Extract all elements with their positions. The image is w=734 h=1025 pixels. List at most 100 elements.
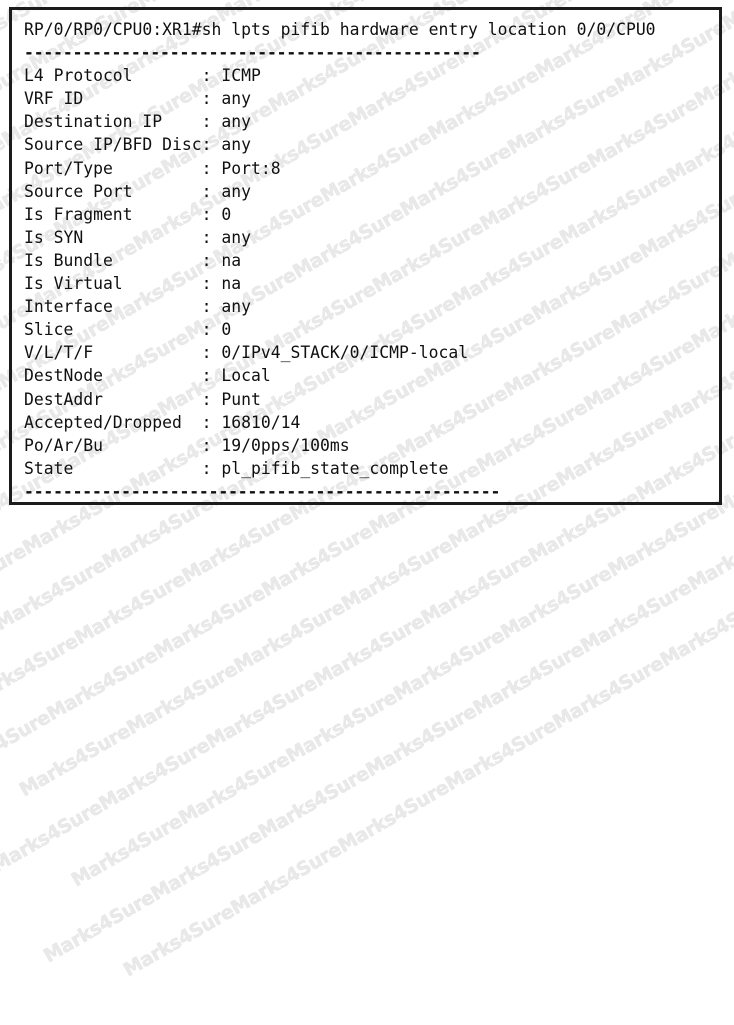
field-value: Local	[221, 366, 271, 386]
field-row: Is Fragment : 0	[24, 203, 719, 226]
field-row: Slice : 0	[24, 318, 719, 341]
terminal-window: RP/0/RP0/CPU0:XR1#sh lpts pifib hardware…	[9, 7, 722, 505]
field-label: Source Port	[24, 181, 202, 201]
field-label: Source IP/BFD Disc	[24, 135, 202, 155]
field-value: any	[221, 181, 251, 201]
watermark-text: Marks4Sure	[684, 514, 734, 596]
watermark-text: Marks4Sure	[497, 562, 616, 644]
field-separator-colon: :	[201, 435, 222, 455]
watermark-text: Marks4Sure	[417, 548, 536, 630]
field-label: Destination IP	[24, 112, 202, 132]
field-row: Interface : any	[24, 295, 719, 318]
watermark-text: Marks4Sure	[441, 714, 561, 796]
watermark-text: Marks4Sure	[67, 810, 186, 892]
field-separator-colon: :	[201, 343, 222, 363]
field-row: DestAddr : Punt	[24, 388, 719, 411]
watermark-text: Marks4Sure	[174, 748, 294, 830]
watermark-text: Marks4Sure	[0, 706, 55, 788]
separator-top: ----------------------------------------…	[24, 43, 481, 63]
field-separator-colon: :	[201, 89, 222, 109]
field-row: V/L/T/F : 0/IPv4_STACK/0/ICMP-local	[24, 341, 719, 364]
field-separator-colon: :	[201, 389, 222, 409]
field-row: DestNode : Local	[24, 364, 719, 387]
field-label: DestAddr	[24, 389, 202, 409]
field-list: L4 Protocol : ICMP VRF ID : any Destinatio…	[24, 64, 719, 480]
field-row: VRF ID : any	[24, 87, 719, 110]
field-label: DestNode	[24, 366, 202, 386]
field-value: 0/IPv4_STACK/0/ICMP-local	[221, 343, 469, 363]
watermark-text: Marks4Sure	[0, 554, 110, 636]
field-separator-colon: :	[201, 135, 222, 155]
command-prompt-line: RP/0/RP0/CPU0:XR1#sh lpts pifib hardware…	[24, 20, 656, 39]
watermark-text: Marks4Sure	[656, 590, 734, 672]
field-separator-colon: :	[201, 297, 222, 317]
field-row: Accepted/Dropped : 16810/14	[24, 411, 719, 434]
watermark-text: Marks4Sure	[334, 776, 453, 858]
field-row: Source Port : any	[24, 180, 719, 203]
watermark-text: Marks4Sure	[202, 672, 321, 754]
field-label: Po/Ar/Bu	[24, 435, 202, 455]
field-separator-colon: :	[201, 274, 222, 294]
watermark-text: Marks4Sure	[472, 0, 605, 6]
watermark-text: Marks4Sure	[549, 652, 668, 734]
field-value: 0	[221, 320, 232, 340]
field-row: Po/Ar/Bu : 19/0pps/100ms	[24, 434, 719, 457]
field-row: Port/Type : Port:8	[24, 157, 719, 180]
watermark-text: Marks4Sure	[39, 886, 159, 968]
watermark-text: Marks4Sure	[122, 658, 242, 740]
field-separator-colon: :	[201, 181, 222, 201]
watermark-text: Marks4Sure	[469, 638, 588, 720]
field-label: Interface	[24, 297, 202, 317]
field-label: Is Virtual	[24, 274, 202, 294]
watermark-text: Marks4Sure	[576, 576, 696, 658]
field-value: any	[221, 112, 251, 132]
watermark-text: Marks4Sure	[15, 720, 134, 802]
field-value: any	[221, 227, 251, 247]
field-label: Slice	[24, 320, 202, 340]
field-label: Is SYN	[24, 227, 202, 247]
field-row: Source IP/BFD Disc: any	[24, 133, 719, 156]
watermark-text: Marks4Sure	[310, 610, 429, 692]
watermark-text: Marks4Sure	[178, 506, 297, 588]
watermark-text: Marks4Sure	[258, 520, 377, 602]
field-value: pl_pifib_state_complete	[221, 458, 449, 478]
watermark-text: Marks4Sure	[0, 796, 107, 878]
watermark-text: Marks4Sure	[0, 540, 30, 622]
field-separator-colon: :	[201, 158, 222, 178]
field-value: Punt	[221, 389, 261, 409]
field-value: na	[221, 250, 242, 270]
field-value: Port:8	[221, 158, 281, 178]
field-label: Is Fragment	[24, 204, 202, 224]
field-separator-colon: :	[201, 250, 222, 270]
field-separator-colon: :	[201, 112, 222, 132]
field-separator-colon: :	[201, 227, 222, 247]
field-row: Destination IP : any	[24, 110, 719, 133]
watermark-text: Marks4Sure	[70, 568, 190, 650]
field-label: V/L/T/F	[24, 343, 202, 363]
field-value: any	[221, 89, 251, 109]
field-separator-colon: :	[201, 320, 222, 340]
watermark-text: Marks4Sure	[226, 838, 346, 920]
field-separator-colon: :	[201, 66, 222, 86]
field-value: any	[221, 135, 251, 155]
field-row: Is SYN : any	[24, 226, 719, 249]
field-value: any	[221, 297, 251, 317]
watermark-text: Marks4Sure	[389, 624, 509, 706]
watermark-text: Marks4Sure	[0, 616, 3, 698]
watermark-text: Marks4Sure	[43, 644, 162, 726]
field-value: 19/0pps/100ms	[221, 435, 350, 455]
field-value: 0	[221, 204, 232, 224]
watermark-text: Marks4Sure	[147, 824, 266, 906]
watermark-text: Marks4Sure	[230, 596, 349, 678]
field-value: 16810/14	[221, 412, 301, 432]
field-label: Accepted/Dropped	[24, 412, 202, 432]
watermark-text: Marks4Sure	[254, 762, 373, 844]
field-label: State	[24, 458, 202, 478]
field-separator-colon: :	[201, 412, 222, 432]
field-row: Is Bundle : na	[24, 249, 719, 272]
field-value: ICMP	[221, 66, 261, 86]
field-separator-colon: :	[201, 204, 222, 224]
watermark-text: Marks4Sure	[362, 700, 481, 782]
field-separator-colon: :	[201, 366, 222, 386]
watermark-text: Marks4Sure	[0, 630, 82, 712]
